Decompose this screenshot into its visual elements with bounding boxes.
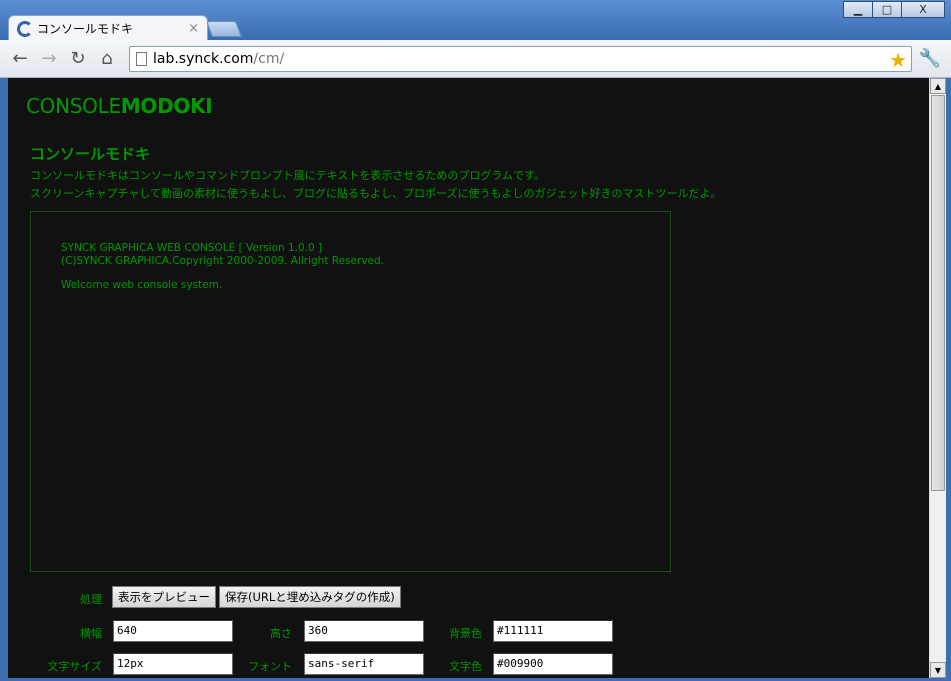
url-host: lab.synck.com xyxy=(153,51,254,67)
maximize-button[interactable]: □ xyxy=(872,1,902,18)
bg-color-label: 背景色 xyxy=(449,627,482,640)
width-label: 横幅 xyxy=(80,627,102,640)
tab-title: コンソールモドキ xyxy=(37,22,134,36)
logo-light-text: CONSOLE xyxy=(26,94,121,118)
close-window-button[interactable]: X xyxy=(901,1,945,18)
preview-button[interactable]: 表示をプレビュー xyxy=(112,586,216,608)
home-icon[interactable]: ⌂ xyxy=(95,47,119,71)
title-bar: ▁ □ X コンソールモドキ × xyxy=(0,0,951,41)
process-row: 処理 表示をプレビュー 保存(URLと埋め込みタグの作成) xyxy=(8,586,708,610)
text-color-label: 文字色 xyxy=(449,660,482,673)
page-viewport: CONSOLEMODOKI コンソールモドキ コンソールモドキはコンソールやコマ… xyxy=(8,78,946,678)
vertical-scrollbar[interactable]: ▲ ▼ xyxy=(929,78,946,678)
font-size-label: 文字サイズ xyxy=(47,660,102,673)
font-row: 文字サイズ 12px フォント sans-serif 文字色 #009900 xyxy=(8,653,708,677)
console-line-3: Welcome web console system. xyxy=(61,279,223,291)
tab-close-icon[interactable]: × xyxy=(188,21,199,36)
active-tab[interactable]: コンソールモドキ × xyxy=(8,15,208,41)
back-icon[interactable]: ← xyxy=(8,47,32,71)
scroll-down-icon[interactable]: ▼ xyxy=(930,662,946,678)
console-preview: SYNCK GRAPHICA WEB CONSOLE [ Version 1.0… xyxy=(30,211,671,572)
process-label: 処理 xyxy=(80,593,102,606)
bg-color-field[interactable]: #111111 xyxy=(493,620,613,642)
star-icon[interactable]: ★ xyxy=(889,48,907,72)
page-content: CONSOLEMODOKI コンソールモドキ コンソールモドキはコンソールやコマ… xyxy=(8,78,929,678)
description-line-1: コンソールモドキはコンソールやコマンドプロンプト風にテキストを表示させるためのプ… xyxy=(30,169,545,182)
height-label: 高さ xyxy=(270,627,292,640)
address-bar[interactable]: lab.synck.com /cm/ ★ xyxy=(129,46,912,72)
new-tab-button[interactable] xyxy=(206,21,242,37)
size-row: 横幅 640 高さ 360 背景色 #111111 xyxy=(8,620,708,644)
logo-bold-text: MODOKI xyxy=(120,94,213,118)
window-controls: ▁ □ X xyxy=(843,1,945,18)
browser-toolbar: ← → ↻ ⌂ lab.synck.com /cm/ ★ 🔧 xyxy=(0,40,951,78)
console-line-1: SYNCK GRAPHICA WEB CONSOLE [ Version 1.0… xyxy=(61,242,323,254)
minimize-button[interactable]: ▁ xyxy=(843,1,873,18)
url-path: /cm/ xyxy=(253,51,285,67)
site-logo[interactable]: CONSOLEMODOKI xyxy=(26,94,213,118)
scroll-up-icon[interactable]: ▲ xyxy=(930,78,946,94)
page-title: コンソールモドキ xyxy=(30,145,151,163)
text-color-field[interactable]: #009900 xyxy=(493,653,613,675)
reload-icon xyxy=(17,20,33,37)
description-line-2: スクリーンキャプチャして動画の素材に使うもよし、ブログに貼るもよし、プロポーズに… xyxy=(30,187,722,200)
forward-icon[interactable]: → xyxy=(37,47,61,71)
font-family-label: フォント xyxy=(248,660,292,673)
page-icon xyxy=(136,52,147,66)
save-button[interactable]: 保存(URLと埋め込みタグの作成) xyxy=(219,586,401,608)
console-line-2: (C)SYNCK GRAPHICA.Copyright 2000-2009. A… xyxy=(61,255,384,267)
wrench-icon[interactable]: 🔧 xyxy=(919,48,941,69)
reload-button-icon[interactable]: ↻ xyxy=(66,47,90,71)
scrollbar-thumb[interactable] xyxy=(931,95,945,491)
